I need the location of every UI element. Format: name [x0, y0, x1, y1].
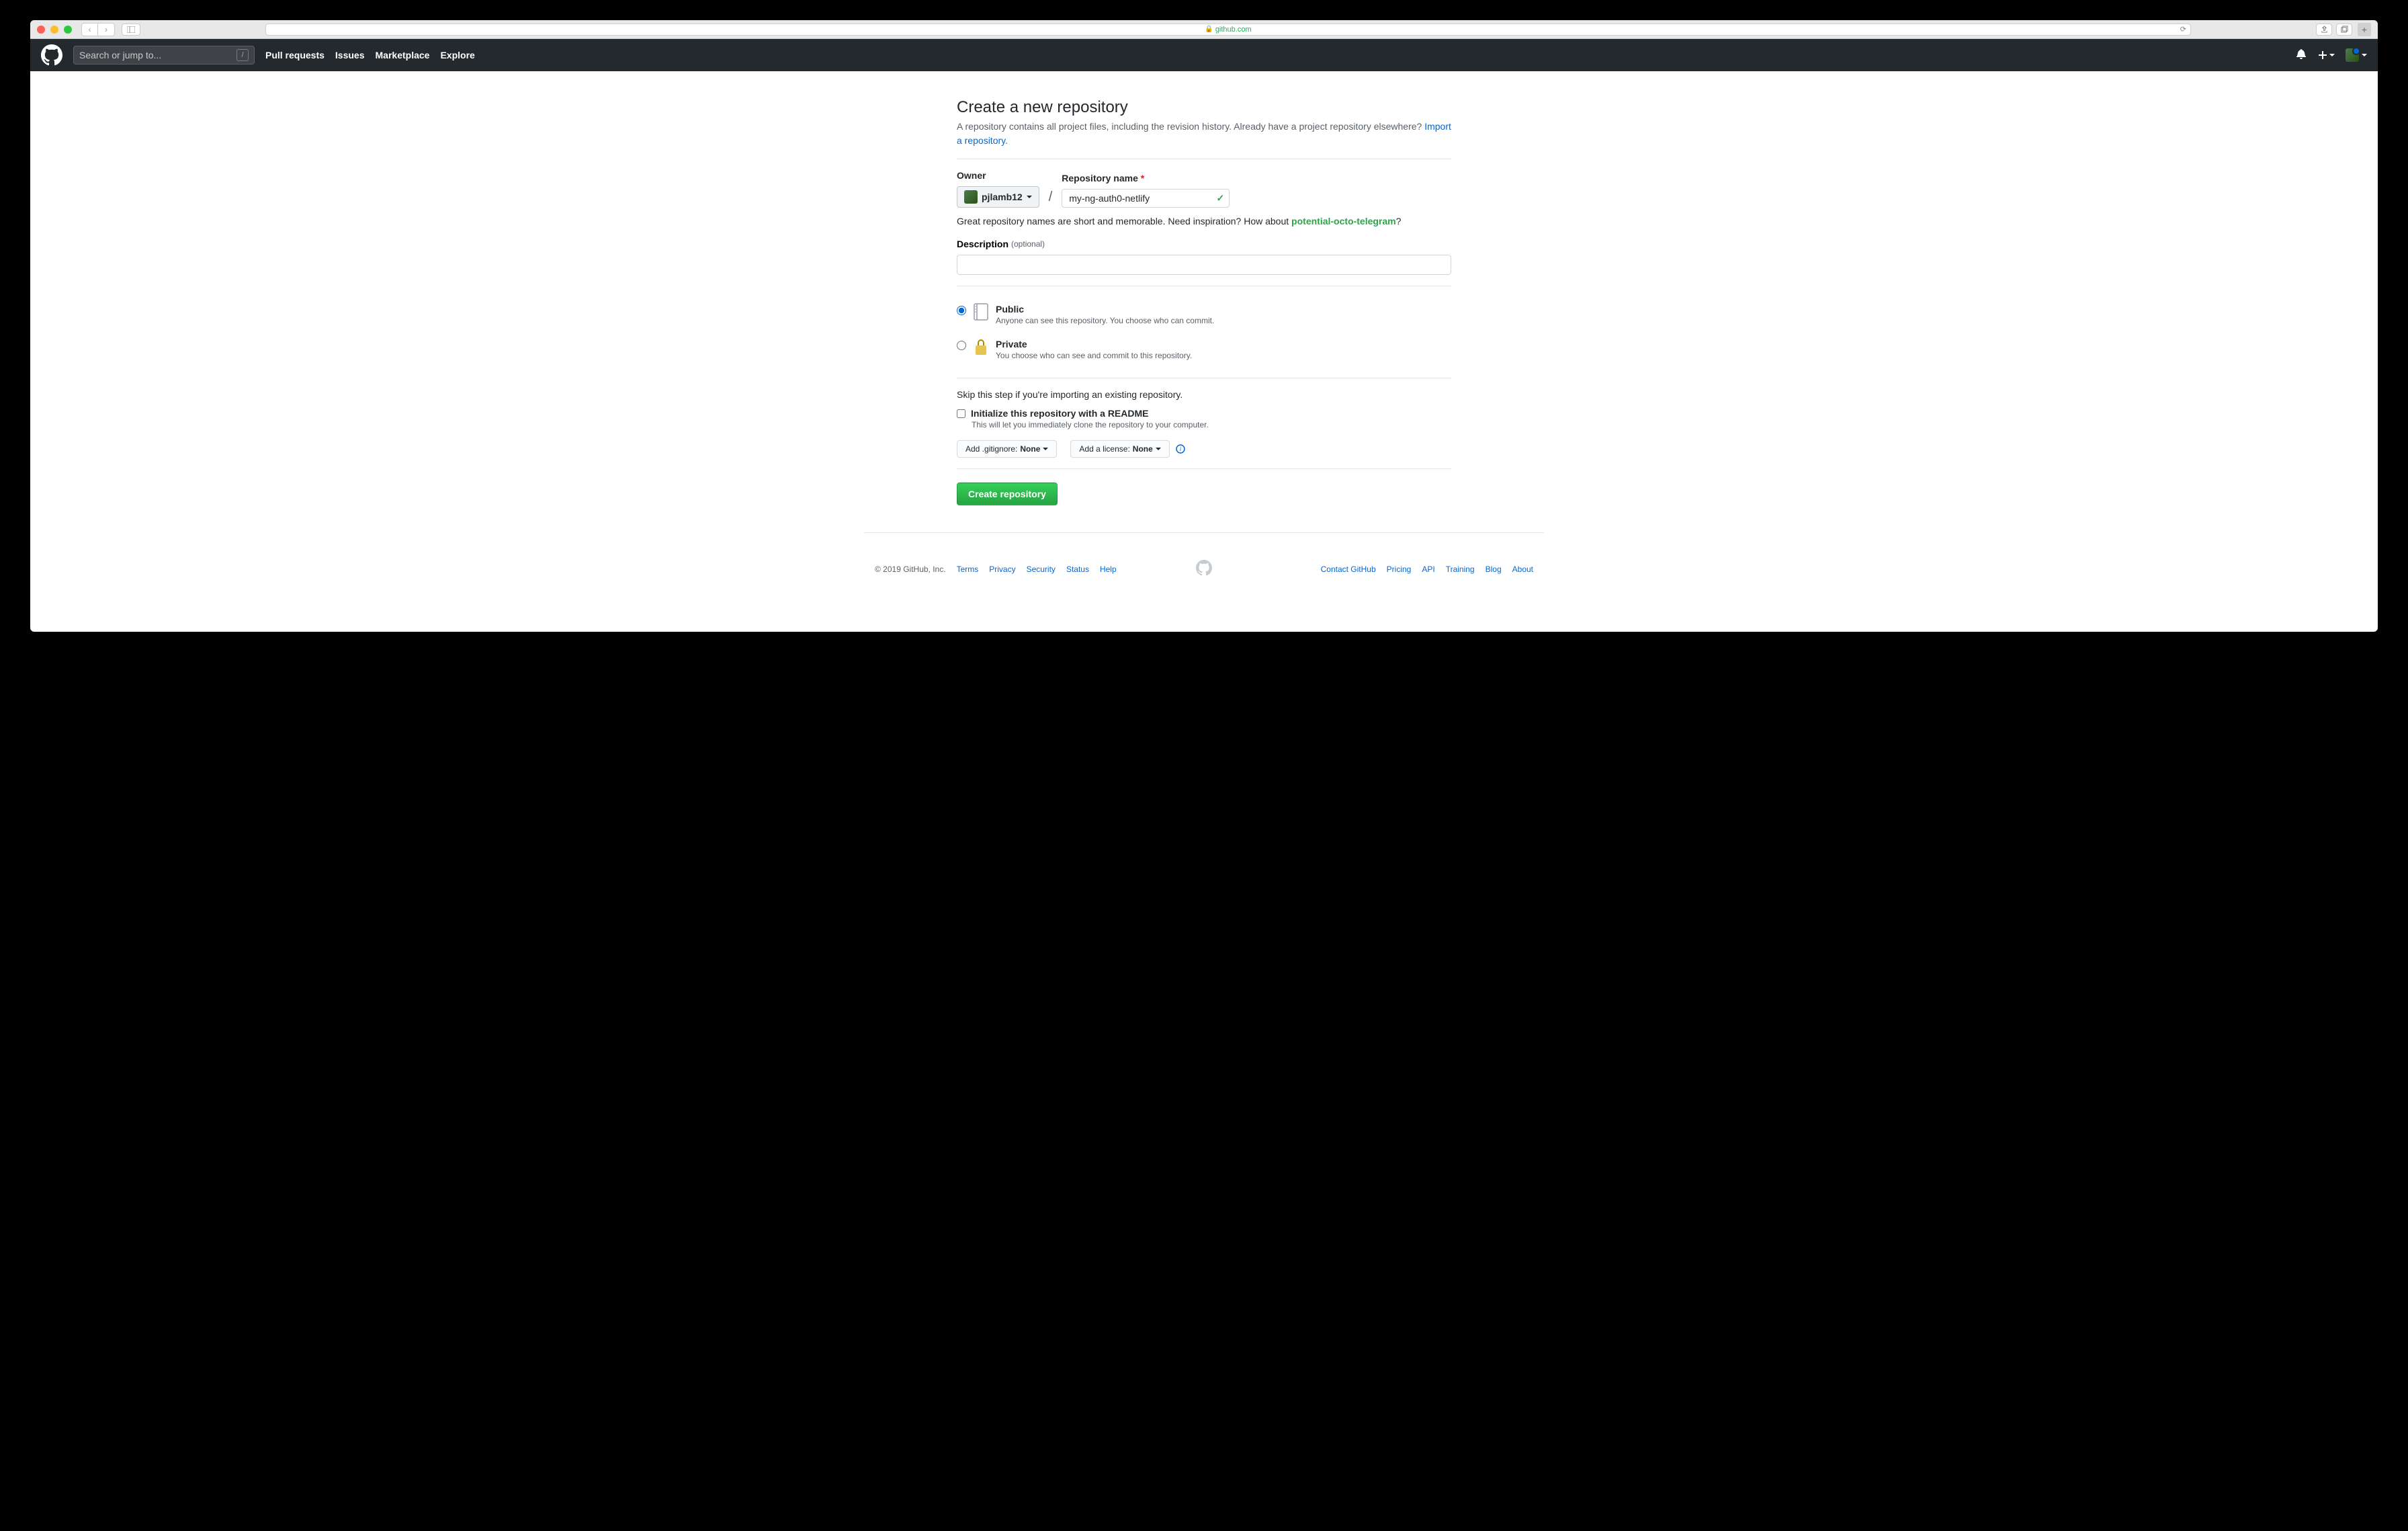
footer-blog-link[interactable]: Blog: [1486, 565, 1502, 574]
private-radio[interactable]: [957, 341, 966, 350]
nav-buttons: ‹ ›: [81, 23, 115, 36]
caret-down-icon: [2362, 54, 2367, 56]
footer-terms-link[interactable]: Terms: [957, 565, 979, 574]
primary-nav: Pull requests Issues Marketplace Explore: [265, 50, 475, 60]
private-subtitle: You choose who can see and commit to thi…: [996, 351, 1451, 360]
hint-suggestion-link[interactable]: potential-octo-telegram: [1291, 216, 1396, 226]
gitignore-prefix: Add .gitignore:: [965, 444, 1017, 454]
dropdown-row: Add .gitignore: None Add a license: None…: [957, 440, 1451, 458]
user-menu-button[interactable]: [2346, 48, 2367, 62]
url-domain: github.com: [1215, 26, 1252, 34]
close-window-button[interactable]: [37, 26, 45, 34]
lock-icon: 🔒: [1205, 26, 1213, 33]
visibility-public-option[interactable]: Public Anyone can see this repository. Y…: [957, 297, 1451, 332]
nav-pull-requests[interactable]: Pull requests: [265, 50, 325, 60]
page-description: A repository contains all project files,…: [957, 120, 1451, 148]
license-value: None: [1133, 444, 1153, 454]
readme-checkbox[interactable]: [957, 409, 965, 418]
traffic-lights: [37, 26, 72, 34]
description-label: Description: [957, 239, 1008, 249]
maximize-window-button[interactable]: [64, 26, 72, 34]
info-icon[interactable]: i: [1175, 444, 1186, 454]
show-sidebar-button[interactable]: [122, 24, 140, 36]
repo-icon: [973, 302, 989, 325]
github-footer: © 2019 GitHub, Inc. Terms Privacy Securi…: [864, 532, 1544, 632]
private-title: Private: [996, 339, 1451, 349]
readme-title: Initialize this repository with a README: [971, 408, 1148, 419]
github-logo[interactable]: [41, 44, 62, 66]
browser-chrome: ‹ › 🔒 github.com ⟳ +: [30, 20, 2378, 39]
browser-window: ‹ › 🔒 github.com ⟳ + Sear: [30, 20, 2378, 632]
svg-text:i: i: [1180, 446, 1182, 452]
minimize-window-button[interactable]: [50, 26, 58, 34]
repo-name-input[interactable]: [1062, 189, 1230, 208]
github-header: Search or jump to... / Pull requests Iss…: [30, 39, 2378, 71]
owner-avatar: [964, 190, 978, 204]
public-radio[interactable]: [957, 306, 966, 315]
page-title: Create a new repository: [957, 98, 1451, 117]
nav-issues[interactable]: Issues: [335, 50, 365, 60]
caret-down-icon: [2329, 54, 2335, 56]
create-new-button[interactable]: [2317, 50, 2335, 60]
readme-option[interactable]: Initialize this repository with a README: [957, 408, 1451, 419]
owner-label: Owner: [957, 170, 1039, 181]
page-desc-text: A repository contains all project files,…: [957, 121, 1424, 132]
notifications-button[interactable]: [2296, 48, 2307, 63]
check-icon: ✓: [1217, 193, 1225, 204]
footer-privacy-link[interactable]: Privacy: [989, 565, 1015, 574]
hint-suffix: ?: [1396, 216, 1402, 226]
back-button[interactable]: ‹: [82, 24, 98, 36]
footer-copyright: © 2019 GitHub, Inc.: [875, 565, 946, 574]
license-select-button[interactable]: Add a license: None: [1070, 440, 1169, 458]
lock-icon: [973, 337, 989, 360]
owner-name: pjlamb12: [982, 192, 1023, 202]
footer-about-link[interactable]: About: [1512, 565, 1533, 574]
caret-down-icon: [1156, 448, 1161, 450]
hint-text: Great repository names are short and mem…: [957, 216, 1291, 226]
gitignore-select-button[interactable]: Add .gitignore: None: [957, 440, 1057, 458]
owner-repo-separator: /: [1049, 190, 1053, 205]
share-button[interactable]: [2316, 24, 2332, 36]
repo-name-hint: Great repository names are short and mem…: [957, 216, 1451, 226]
search-placeholder: Search or jump to...: [79, 50, 161, 60]
new-tab-button[interactable]: +: [2358, 23, 2371, 36]
gitignore-value: None: [1020, 444, 1040, 454]
footer-status-link[interactable]: Status: [1066, 565, 1089, 574]
tabs-button[interactable]: [2336, 24, 2352, 36]
footer-training-link[interactable]: Training: [1446, 565, 1475, 574]
search-slash-hint: /: [236, 49, 249, 61]
refresh-icon[interactable]: ⟳: [2180, 25, 2186, 34]
footer-security-link[interactable]: Security: [1027, 565, 1056, 574]
chrome-right: +: [2316, 23, 2371, 36]
create-repository-button[interactable]: Create repository: [957, 483, 1058, 505]
nav-explore[interactable]: Explore: [440, 50, 474, 60]
main-content: Create a new repository A repository con…: [946, 71, 1462, 532]
license-prefix: Add a license:: [1079, 444, 1129, 454]
header-right: [2296, 48, 2367, 63]
repo-name-label: Repository name *: [1062, 173, 1230, 183]
footer-pricing-link[interactable]: Pricing: [1387, 565, 1412, 574]
readme-subtitle: This will let you immediately clone the …: [972, 420, 1451, 429]
caret-down-icon: [1043, 448, 1048, 450]
owner-select-button[interactable]: pjlamb12: [957, 186, 1039, 208]
public-title: Public: [996, 304, 1451, 315]
footer-github-logo[interactable]: [1196, 560, 1212, 578]
repo-name-label-text: Repository name: [1062, 173, 1138, 183]
owner-repo-row: Owner pjlamb12 / Repository name * ✓: [957, 170, 1451, 208]
required-asterisk: *: [1141, 173, 1144, 183]
skip-note: Skip this step if you're importing an ex…: [957, 389, 1451, 400]
forward-button[interactable]: ›: [98, 24, 114, 36]
visibility-private-option[interactable]: Private You choose who can see and commi…: [957, 332, 1451, 367]
description-input[interactable]: [957, 255, 1451, 275]
public-subtitle: Anyone can see this repository. You choo…: [996, 316, 1451, 325]
description-optional: (optional): [1011, 239, 1045, 249]
avatar: [2346, 48, 2359, 62]
url-bar[interactable]: 🔒 github.com ⟳: [265, 24, 2191, 36]
nav-marketplace[interactable]: Marketplace: [376, 50, 430, 60]
footer-contact-link[interactable]: Contact GitHub: [1321, 565, 1376, 574]
footer-help-link[interactable]: Help: [1100, 565, 1117, 574]
footer-api-link[interactable]: API: [1422, 565, 1434, 574]
search-input[interactable]: Search or jump to... /: [73, 46, 255, 65]
caret-down-icon: [1027, 196, 1032, 198]
